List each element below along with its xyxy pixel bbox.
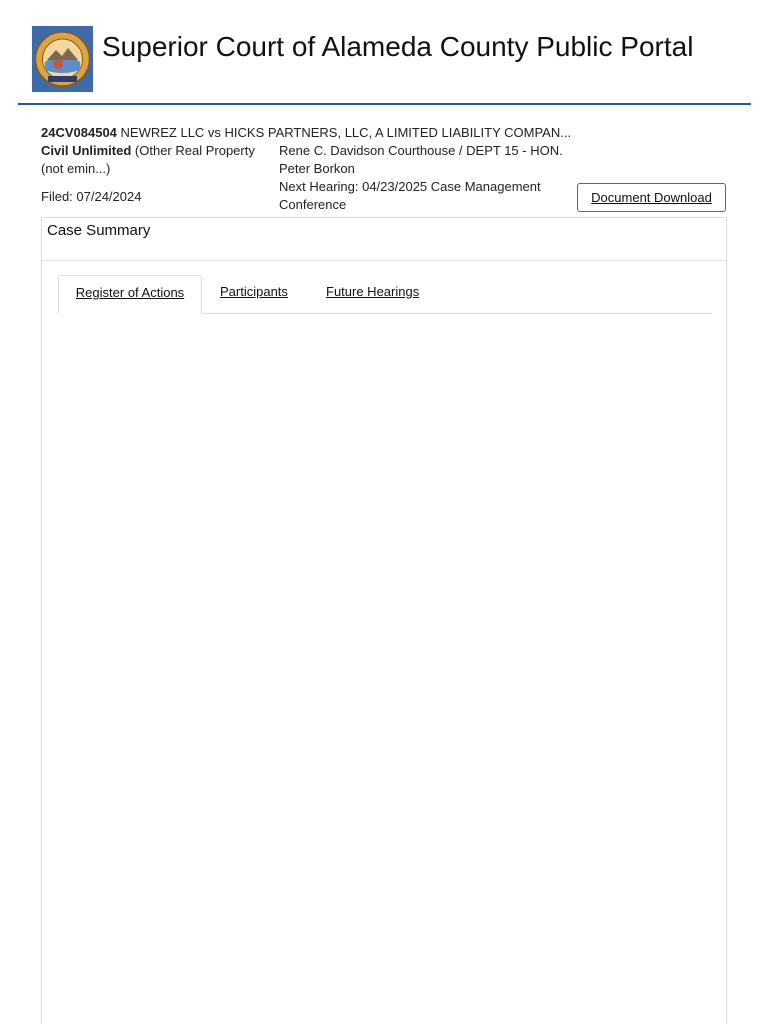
case-title-line: 24CV084504 NEWREZ LLC vs HICKS PARTNERS,… — [41, 124, 571, 142]
case-title: NEWREZ LLC vs HICKS PARTNERS, LLC, A LIM… — [120, 125, 572, 140]
filed-date: Filed: 07/24/2024 — [41, 189, 142, 204]
tab-participants[interactable]: Participants — [220, 275, 288, 313]
document-download-button[interactable]: Document Download — [577, 183, 726, 212]
case-summary-tabs: Register of Actions Participants Future … — [58, 275, 712, 314]
california-seal-icon — [32, 26, 93, 92]
case-type-block: Civil Unlimited (Other Real Property (no… — [41, 142, 266, 178]
case-summary-heading: Case Summary — [42, 218, 726, 261]
tab-register-of-actions[interactable]: Register of Actions — [58, 275, 202, 314]
case-type: Civil Unlimited — [41, 143, 132, 158]
portal-title: Superior Court of Alameda County Public … — [102, 31, 694, 62]
next-hearing: Next Hearing: 04/23/2025 Case Management… — [279, 179, 541, 212]
case-number: 24CV084504 — [41, 125, 117, 140]
case-portal-page: Superior Court of Alameda County Public … — [0, 0, 768, 1024]
courthouse-location: Rene C. Davidson Courthouse / DEPT 15 - … — [279, 143, 563, 176]
tab-future-hearings[interactable]: Future Hearings — [326, 275, 419, 313]
case-summary-panel: Case Summary Register of Actions Partici… — [41, 217, 727, 1024]
page-header: Superior Court of Alameda County Public … — [18, 0, 751, 105]
